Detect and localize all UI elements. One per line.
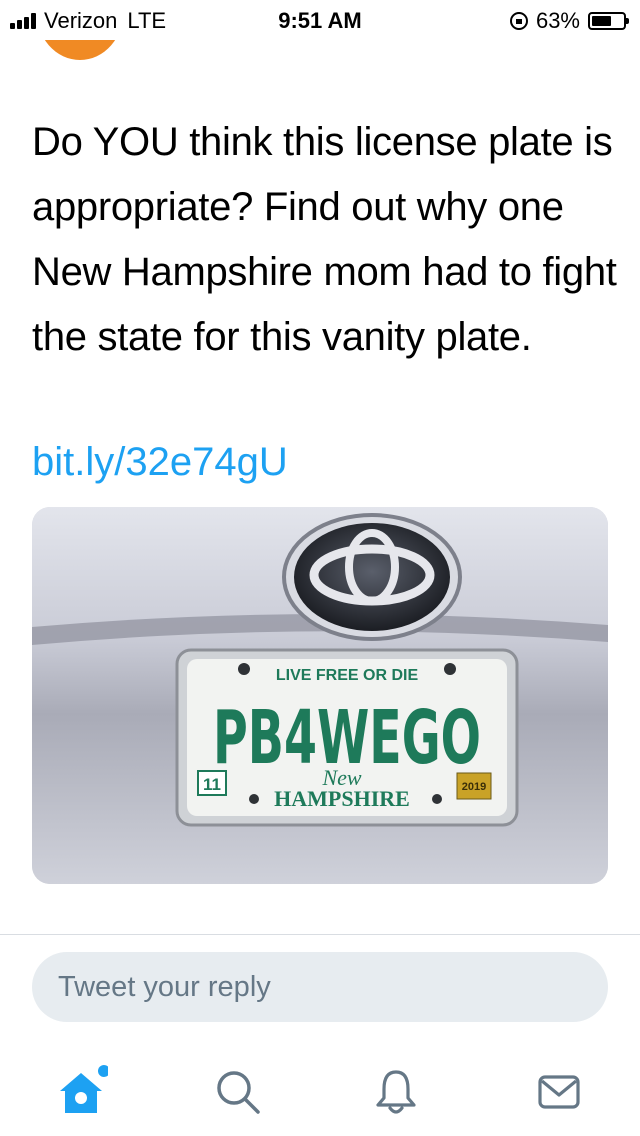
divider <box>0 934 640 935</box>
tweet-media-image[interactable]: LIVE FREE OR DIE PB4WEGO 11 New HAMPSHIR… <box>32 507 608 884</box>
plate-year: 2019 <box>462 781 486 793</box>
plate-month: 11 <box>203 775 221 794</box>
rotation-lock-icon <box>509 12 528 30</box>
tab-bar <box>0 1045 640 1136</box>
tweet-text: Do YOU think this license plate is appro… <box>32 120 617 359</box>
battery-icon <box>588 12 629 30</box>
battery-percent: 63% <box>535 8 580 33</box>
tab-notifications[interactable] <box>361 1057 431 1127</box>
tab-home[interactable] <box>46 1057 116 1127</box>
tweet-link[interactable]: bit.ly/32e74gU <box>32 430 288 495</box>
status-right: 63% <box>509 8 629 34</box>
plate-state: HAMPSHIRE <box>274 786 410 811</box>
tab-messages[interactable] <box>524 1057 594 1127</box>
search-icon <box>217 1071 260 1114</box>
home-icon <box>60 1065 108 1113</box>
status-bar: Verizon LTE 9:51 AM 63% <box>0 0 640 40</box>
notifications-icon <box>376 1070 416 1114</box>
tab-search[interactable] <box>203 1057 273 1127</box>
reply-input[interactable]: Tweet your reply <box>32 952 608 1022</box>
plate-slogan: LIVE FREE OR DIE <box>276 667 419 684</box>
messages-icon <box>538 1075 580 1109</box>
